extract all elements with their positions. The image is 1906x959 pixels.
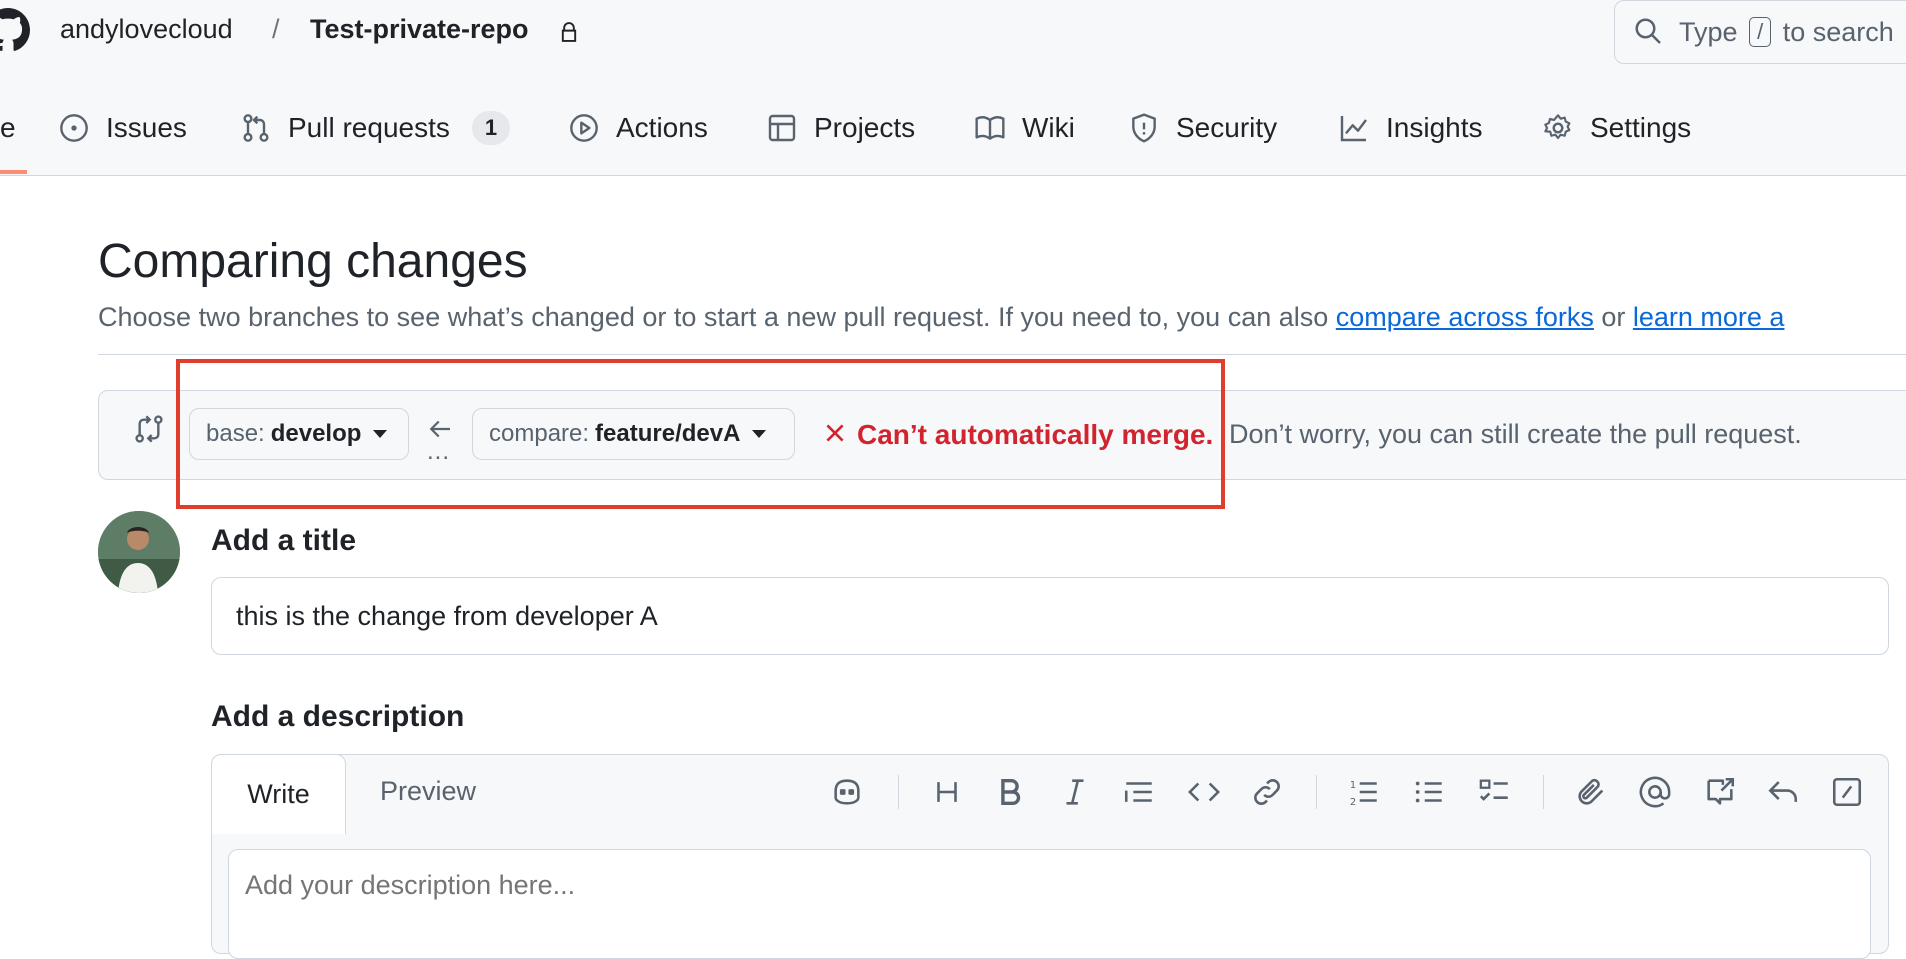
tab-actions-label: Actions: [616, 112, 708, 143]
gear-icon: [1544, 114, 1571, 140]
svg-text:1: 1: [1350, 780, 1356, 791]
tab-settings[interactable]: Settings: [1542, 108, 1691, 148]
mention-icon[interactable]: [1638, 775, 1672, 809]
merge-note: Don’t worry, you can still create the pu…: [1229, 419, 1802, 449]
tab-projects-label: Projects: [814, 112, 916, 143]
github-logo-icon[interactable]: [0, 8, 30, 52]
tab-code-partial[interactable]: e: [0, 112, 16, 144]
description-field[interactable]: [228, 849, 1871, 959]
repo-name-link[interactable]: Test-private-repo: [310, 14, 529, 45]
repo-owner-link[interactable]: andylovecloud: [60, 14, 233, 45]
tab-actions[interactable]: Actions: [568, 108, 708, 148]
search-icon: [1633, 16, 1663, 46]
tab-projects[interactable]: Projects: [766, 108, 915, 148]
tab-wiki-label: Wiki: [1022, 112, 1075, 143]
tab-issues-label: Issues: [106, 112, 187, 143]
tab-pull-requests-label: Pull requests: [288, 112, 450, 143]
search-shortcut-key: /: [1749, 17, 1772, 47]
title-label: Add a title: [211, 524, 357, 557]
tab-insights[interactable]: Insights: [1338, 108, 1483, 148]
compare-across-forks-link[interactable]: compare across forks: [1336, 302, 1594, 332]
toolbar-separator: [898, 775, 899, 809]
task-list-icon[interactable]: [1478, 775, 1512, 809]
breadcrumb-separator: /: [272, 14, 280, 44]
code-icon[interactable]: [1187, 775, 1221, 809]
tab-issues[interactable]: Issues: [58, 108, 187, 148]
divider: [98, 354, 1906, 355]
tab-preview[interactable]: Preview: [380, 776, 476, 807]
heading-icon[interactable]: [930, 775, 964, 809]
unordered-list-icon[interactable]: [1412, 775, 1446, 809]
tab-insights-label: Insights: [1386, 112, 1483, 143]
pull-request-icon: [243, 114, 269, 142]
paperclip-icon[interactable]: [1574, 775, 1608, 809]
italic-icon[interactable]: [1058, 775, 1092, 809]
description-label: Add a description: [211, 700, 465, 733]
play-icon: [570, 114, 598, 142]
link-icon[interactable]: [1250, 775, 1284, 809]
shield-icon: [1132, 113, 1156, 143]
tab-security[interactable]: Security: [1128, 108, 1277, 148]
tab-write[interactable]: Write: [211, 754, 346, 834]
page-subtitle: Choose two branches to see what’s change…: [98, 302, 1785, 332]
slash-command-icon[interactable]: [1830, 775, 1864, 809]
ordered-list-icon[interactable]: 12: [1347, 775, 1381, 809]
avatar[interactable]: [98, 511, 180, 593]
title-field[interactable]: [211, 577, 1889, 655]
active-tab-underline: [0, 170, 27, 174]
toolbar-separator: [1316, 775, 1317, 809]
copilot-icon[interactable]: [830, 775, 864, 809]
annotation-highlight-box: [176, 359, 1225, 509]
table-icon: [768, 114, 796, 142]
quote-icon[interactable]: [1122, 775, 1156, 809]
search-input[interactable]: Type / to search: [1614, 0, 1906, 64]
tab-security-label: Security: [1176, 112, 1278, 143]
tab-wiki[interactable]: Wiki: [974, 108, 1075, 148]
issue-icon: [60, 114, 88, 142]
pull-requests-count-badge: 1: [471, 111, 511, 145]
git-compare-icon: [133, 413, 165, 445]
reply-icon[interactable]: [1766, 775, 1800, 809]
lock-icon: [558, 20, 580, 44]
svg-text:2: 2: [1350, 797, 1356, 808]
tab-settings-label: Settings: [1590, 112, 1692, 143]
book-icon: [975, 116, 1005, 140]
tab-pull-requests[interactable]: Pull requests 1: [240, 108, 511, 148]
graph-icon: [1340, 116, 1367, 142]
learn-more-link[interactable]: learn more a: [1633, 302, 1785, 332]
toolbar-separator: [1543, 775, 1544, 809]
bold-icon[interactable]: [993, 775, 1027, 809]
search-placeholder: Type / to search: [1679, 17, 1894, 47]
cross-reference-icon[interactable]: [1703, 775, 1737, 809]
page-title: Comparing changes: [98, 235, 528, 288]
